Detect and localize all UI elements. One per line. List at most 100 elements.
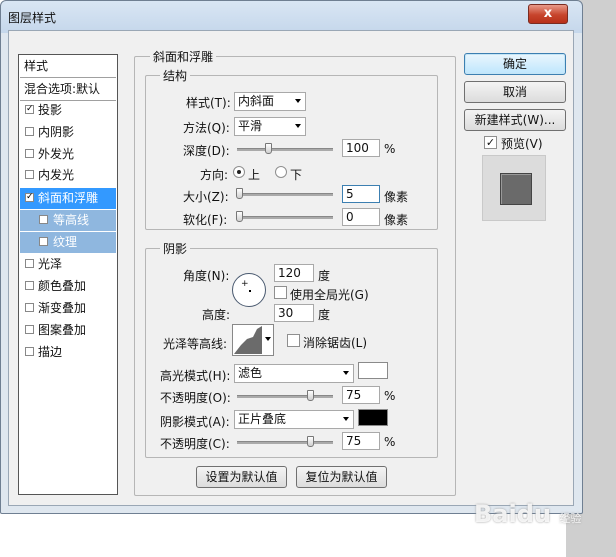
direction-up-radio[interactable] <box>233 166 245 178</box>
gloss-contour-label: 光泽等高线: <box>163 337 228 351</box>
highlight-mode-dropdown[interactable]: 滤色 <box>234 364 354 383</box>
angle-label: 角度(N): <box>183 269 230 283</box>
checkbox[interactable] <box>25 325 34 334</box>
checkbox[interactable] <box>25 347 34 356</box>
soften-slider-thumb[interactable] <box>236 211 243 222</box>
technique-dropdown[interactable]: 平滑 <box>234 117 306 136</box>
altitude-unit: 度 <box>318 308 331 322</box>
gloss-contour-picker[interactable] <box>232 324 274 356</box>
style-item-gradient-overlay[interactable]: 渐变叠加 <box>20 298 116 319</box>
checkbox[interactable] <box>25 170 34 179</box>
style-item-texture[interactable]: 纹理 <box>20 232 116 253</box>
checkbox[interactable] <box>25 259 34 268</box>
soften-slider-track[interactable] <box>237 216 333 219</box>
bevel-emboss-title: 斜面和浮雕 <box>150 48 217 65</box>
style-item-drop-shadow[interactable]: ✓ 投影 <box>20 100 116 121</box>
angle-unit: 度 <box>318 269 331 283</box>
highlight-opacity-thumb[interactable] <box>307 390 314 401</box>
direction-down-radio[interactable] <box>275 166 287 178</box>
preview-label: 预览(V) <box>501 137 543 151</box>
chevron-down-icon <box>295 124 301 128</box>
style-item-contour[interactable]: 等高线 <box>20 210 116 231</box>
crosshair-icon: + <box>241 279 249 289</box>
shadow-opacity-label: 不透明度(C): <box>160 437 230 451</box>
depth-slider-thumb[interactable] <box>265 143 272 154</box>
soften-input[interactable]: 0 <box>342 208 380 226</box>
technique-label: 方法(Q): <box>183 121 230 135</box>
angle-input[interactable]: 120 <box>274 264 314 282</box>
checkbox[interactable] <box>25 149 34 158</box>
contour-curve-icon <box>234 326 262 354</box>
depth-slider-track[interactable] <box>237 148 333 151</box>
highlight-color-swatch[interactable] <box>358 362 388 379</box>
close-button[interactable]: x <box>528 4 568 24</box>
size-input[interactable]: 5 <box>342 185 380 203</box>
shadow-opacity-thumb[interactable] <box>307 436 314 447</box>
size-unit: 像素 <box>384 190 409 204</box>
preview-checkbox[interactable]: ✓ <box>484 136 497 149</box>
preview-swatch <box>500 173 532 205</box>
shadow-mode-dropdown[interactable]: 正片叠底 <box>234 410 354 429</box>
style-item-blending-options[interactable]: 混合选项:默认 <box>20 79 116 100</box>
depth-input[interactable]: 100 <box>342 139 380 157</box>
checkbox[interactable]: ✓ <box>25 193 34 202</box>
style-item-stroke[interactable]: 描边 <box>20 342 116 363</box>
highlight-opacity-track[interactable] <box>237 395 333 398</box>
highlight-opacity-label: 不透明度(O): <box>160 391 231 405</box>
checkbox[interactable] <box>39 237 48 246</box>
chevron-down-icon <box>343 371 349 375</box>
style-item-inner-glow[interactable]: 内发光 <box>20 165 116 186</box>
ok-button[interactable]: 确定 <box>464 53 566 75</box>
highlight-opacity-unit: % <box>384 389 396 403</box>
divider <box>20 77 116 78</box>
style-list-header[interactable]: 样式 <box>20 56 116 77</box>
style-preview <box>482 155 546 221</box>
depth-unit: % <box>384 142 396 156</box>
reset-default-button[interactable]: 复位为默认值 <box>296 466 387 488</box>
shading-title: 阴影 <box>160 240 191 257</box>
checkbox[interactable] <box>39 215 48 224</box>
soften-label: 软化(F): <box>183 213 228 227</box>
shadow-color-swatch[interactable] <box>358 409 388 426</box>
altitude-input[interactable]: 30 <box>274 304 314 322</box>
style-item-color-overlay[interactable]: 颜色叠加 <box>20 276 116 297</box>
shadow-opacity-unit: % <box>384 435 396 449</box>
direction-label: 方向: <box>200 168 229 182</box>
style-item-bevel-emboss[interactable]: ✓ 斜面和浮雕 <box>20 188 116 209</box>
highlight-opacity-input[interactable]: 75 <box>342 386 380 404</box>
shadow-opacity-input[interactable]: 75 <box>342 432 380 450</box>
size-slider-thumb[interactable] <box>236 188 243 199</box>
style-item-pattern-overlay[interactable]: 图案叠加 <box>20 320 116 341</box>
checkbox[interactable] <box>25 127 34 136</box>
direction-up-label: 上 <box>248 168 261 182</box>
altitude-label: 高度: <box>202 308 231 322</box>
new-style-button[interactable]: 新建样式(W)... <box>464 109 566 131</box>
shadow-mode-label: 阴影模式(A): <box>160 415 230 429</box>
checkbox[interactable]: ✓ <box>25 105 34 114</box>
style-item-inner-shadow[interactable]: 内阴影 <box>20 122 116 143</box>
style-list: 样式 混合选项:默认 ✓ 投影 内阴影 外发光 内发光 ✓ 斜面和浮雕 等高线 纹理… <box>18 54 118 495</box>
angle-dial[interactable]: + <box>232 273 266 307</box>
antialias-label: 消除锯齿(L) <box>303 336 368 350</box>
size-label: 大小(Z): <box>183 190 229 204</box>
global-light-label: 使用全局光(G) <box>290 288 369 302</box>
global-light-checkbox[interactable] <box>274 286 287 299</box>
checkbox[interactable] <box>25 281 34 290</box>
depth-label: 深度(D): <box>183 144 230 158</box>
chevron-down-icon <box>295 99 301 103</box>
shadow-opacity-track[interactable] <box>237 441 333 444</box>
make-default-button[interactable]: 设置为默认值 <box>196 466 287 488</box>
checkbox[interactable] <box>25 303 34 312</box>
style-item-satin[interactable]: 光泽 <box>20 254 116 275</box>
window-title: 图层样式 <box>8 11 57 25</box>
dial-center <box>249 290 251 292</box>
cancel-button[interactable]: 取消 <box>464 81 566 103</box>
chevron-down-icon <box>343 417 349 421</box>
style-dropdown[interactable]: 内斜面 <box>234 92 306 111</box>
highlight-mode-label: 高光模式(H): <box>160 369 231 383</box>
style-item-outer-glow[interactable]: 外发光 <box>20 144 116 165</box>
chevron-down-icon <box>265 337 271 341</box>
antialias-checkbox[interactable] <box>287 334 300 347</box>
structure-title: 结构 <box>160 67 191 84</box>
size-slider-track[interactable] <box>237 193 333 196</box>
